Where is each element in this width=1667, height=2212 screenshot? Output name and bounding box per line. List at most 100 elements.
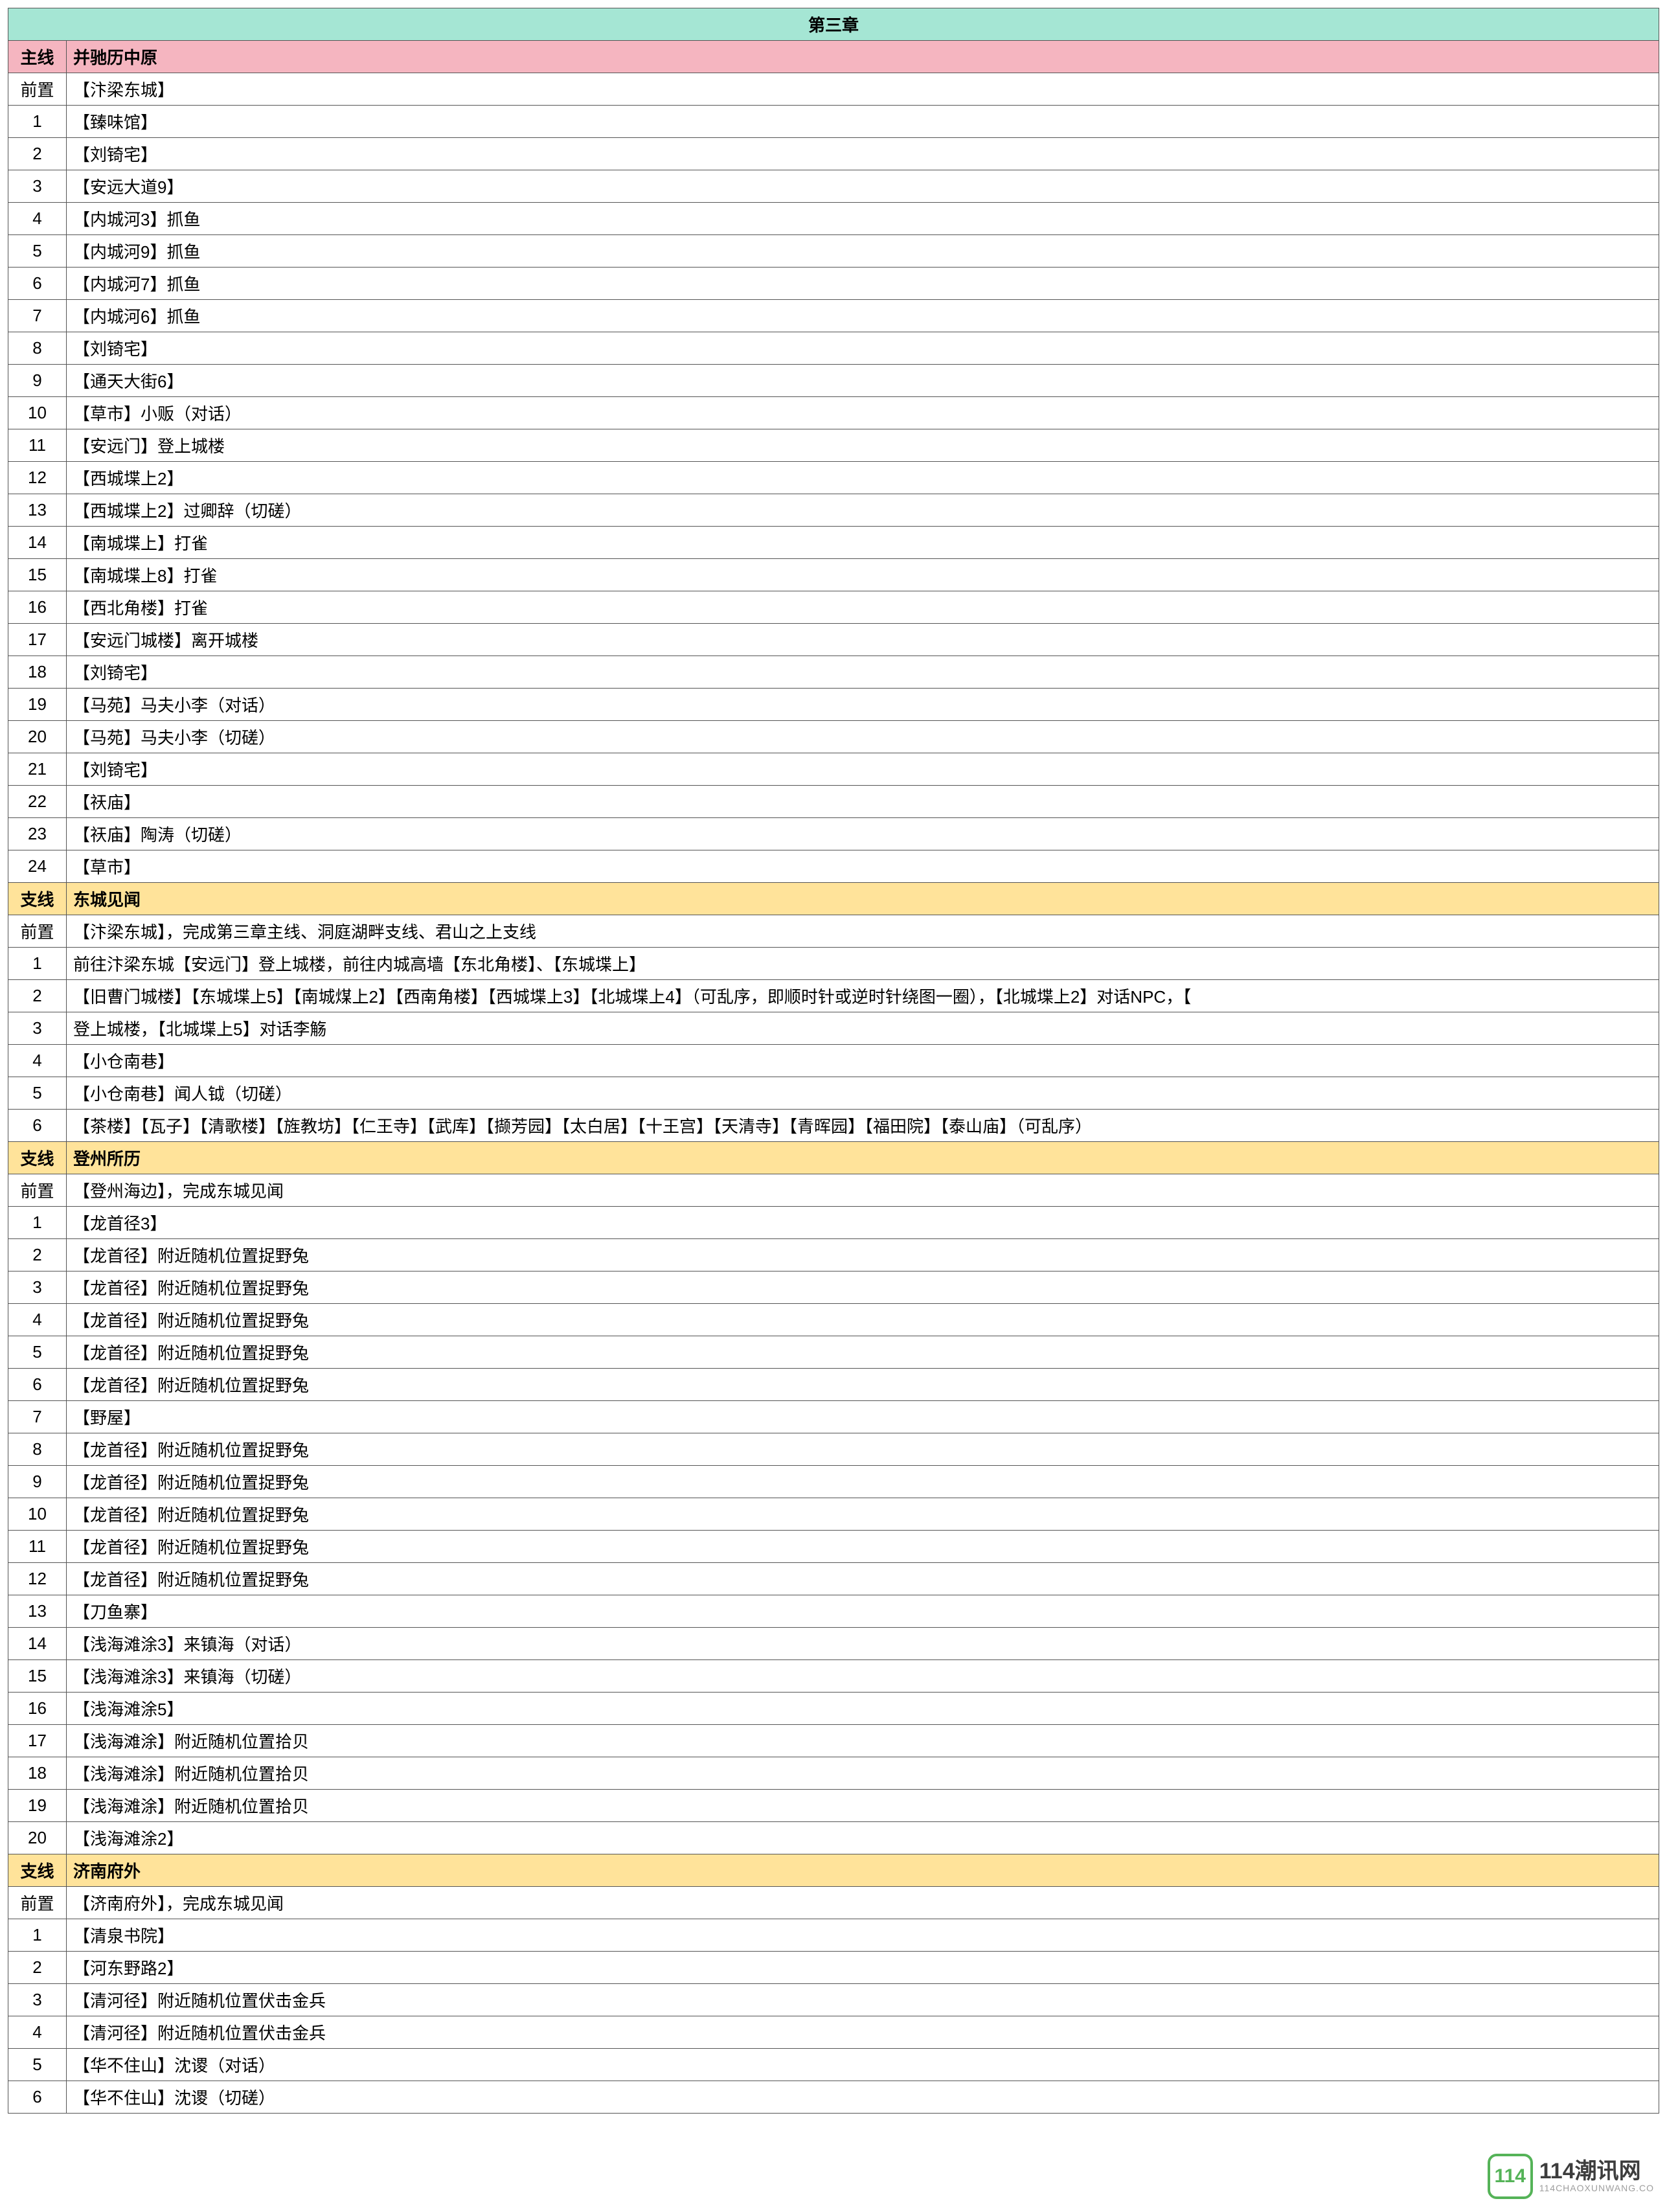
step-content: 【刘锜宅】 — [67, 332, 1659, 365]
step-index: 6 — [8, 1369, 67, 1401]
step-index: 4 — [8, 1045, 67, 1077]
watermark-badge: 114 — [1488, 2154, 1533, 2199]
step-content: 【浅海滩涂】附近随机位置拾贝 — [67, 1757, 1659, 1790]
step-content: 【龙首径】附近随机位置捉野兔 — [67, 1304, 1659, 1336]
section-title: 登州所历 — [67, 1142, 1659, 1174]
step-content: 【龙首径3】 — [67, 1207, 1659, 1239]
pre-content: 【登州海边】，完成东城见闻 — [67, 1174, 1659, 1207]
step-content: 【龙首径】附近随机位置捉野兔 — [67, 1336, 1659, 1369]
step-index: 1 — [8, 106, 67, 138]
step-content: 【浅海滩涂2】 — [67, 1822, 1659, 1854]
step-content: 【刀鱼寨】 — [67, 1595, 1659, 1628]
step-index: 16 — [8, 591, 67, 624]
step-content: 前往汴梁东城【安远门】登上城楼，前往内城高墙【东北角楼】、【东城堞上】 — [67, 948, 1659, 980]
step-index: 17 — [8, 1725, 67, 1757]
step-content: 【清河径】附近随机位置伏击金兵 — [67, 1984, 1659, 2016]
step-content: 登上城楼，【北城堞上5】对话李觞 — [67, 1012, 1659, 1045]
step-index: 2 — [8, 980, 67, 1012]
section-type-label: 支线 — [8, 1142, 67, 1174]
step-content: 【内城河3】抓鱼 — [67, 203, 1659, 235]
step-index: 12 — [8, 1563, 67, 1595]
step-index: 15 — [8, 1660, 67, 1693]
step-content: 【清泉书院】 — [67, 1919, 1659, 1952]
step-index: 1 — [8, 948, 67, 980]
step-content: 【河东野路2】 — [67, 1952, 1659, 1984]
step-index: 6 — [8, 2081, 67, 2114]
step-index: 20 — [8, 1822, 67, 1854]
step-index: 5 — [8, 1077, 67, 1110]
section-type-label: 支线 — [8, 883, 67, 915]
step-content: 【龙首径】附近随机位置捉野兔 — [67, 1433, 1659, 1466]
step-index: 11 — [8, 429, 67, 462]
section-title: 并驰历中原 — [67, 41, 1659, 73]
step-content: 【南城堞上8】打雀 — [67, 559, 1659, 591]
step-content: 【内城河7】抓鱼 — [67, 268, 1659, 300]
step-index: 2 — [8, 138, 67, 170]
pre-content: 【汴梁东城】，完成第三章主线、洞庭湖畔支线、君山之上支线 — [67, 915, 1659, 948]
step-index: 7 — [8, 300, 67, 332]
step-content: 【浅海滩涂3】来镇海（对话） — [67, 1628, 1659, 1660]
step-content: 【龙首径】附近随机位置捉野兔 — [67, 1271, 1659, 1304]
section-type-label: 支线 — [8, 1854, 67, 1887]
step-index: 6 — [8, 268, 67, 300]
step-index: 3 — [8, 1271, 67, 1304]
step-content: 【马苑】马夫小李（切磋） — [67, 721, 1659, 753]
step-index: 21 — [8, 753, 67, 786]
step-index: 19 — [8, 689, 67, 721]
section-title: 东城见闻 — [67, 883, 1659, 915]
step-index: 9 — [8, 1466, 67, 1498]
step-index: 18 — [8, 656, 67, 689]
step-index: 5 — [8, 235, 67, 268]
step-index: 18 — [8, 1757, 67, 1790]
step-content: 【龙首径】附近随机位置捉野兔 — [67, 1563, 1659, 1595]
step-content: 【祆庙】陶涛（切磋） — [67, 818, 1659, 850]
step-content: 【安远大道9】 — [67, 170, 1659, 203]
step-index: 4 — [8, 2016, 67, 2049]
pre-content: 【济南府外】，完成东城见闻 — [67, 1887, 1659, 1919]
step-index: 16 — [8, 1693, 67, 1725]
step-content: 【内城河6】抓鱼 — [67, 300, 1659, 332]
step-index: 14 — [8, 1628, 67, 1660]
step-index: 20 — [8, 721, 67, 753]
step-content: 【马苑】马夫小李（对话） — [67, 689, 1659, 721]
section-title: 济南府外 — [67, 1854, 1659, 1887]
pre-label: 前置 — [8, 1887, 67, 1919]
step-index: 2 — [8, 1239, 67, 1271]
step-content: 【茶楼】【瓦子】【清歌楼】【旌教坊】【仁王寺】【武库】【撷芳园】【太白居】【十王… — [67, 1110, 1659, 1142]
watermark: 114 114潮讯网 114CHAOXUNWANG.CO — [1488, 2154, 1654, 2199]
step-content: 【野屋】 — [67, 1401, 1659, 1433]
step-content: 【安远门城楼】离开城楼 — [67, 624, 1659, 656]
pre-content: 【汴梁东城】 — [67, 73, 1659, 106]
pre-label: 前置 — [8, 73, 67, 106]
watermark-site-name: 114潮讯网 — [1539, 2160, 1654, 2183]
step-index: 23 — [8, 818, 67, 850]
step-content: 【龙首径】附近随机位置捉野兔 — [67, 1466, 1659, 1498]
step-index: 19 — [8, 1790, 67, 1822]
step-index: 24 — [8, 850, 67, 883]
step-index: 10 — [8, 397, 67, 429]
step-content: 【刘锜宅】 — [67, 656, 1659, 689]
step-index: 9 — [8, 365, 67, 397]
step-content: 【南城堞上】打雀 — [67, 527, 1659, 559]
step-index: 4 — [8, 203, 67, 235]
step-content: 【西北角楼】打雀 — [67, 591, 1659, 624]
step-index: 11 — [8, 1531, 67, 1563]
step-content: 【龙首径】附近随机位置捉野兔 — [67, 1531, 1659, 1563]
step-index: 10 — [8, 1498, 67, 1531]
step-content: 【华不住山】沈谡（对话） — [67, 2049, 1659, 2081]
step-content: 【小仓南巷】 — [67, 1045, 1659, 1077]
step-index: 15 — [8, 559, 67, 591]
step-index: 22 — [8, 786, 67, 818]
step-content: 【小仓南巷】闻人钺（切磋） — [67, 1077, 1659, 1110]
step-index: 13 — [8, 494, 67, 527]
step-content: 【浅海滩涂】附近随机位置拾贝 — [67, 1790, 1659, 1822]
step-index: 17 — [8, 624, 67, 656]
step-index: 14 — [8, 527, 67, 559]
step-content: 【龙首径】附近随机位置捉野兔 — [67, 1239, 1659, 1271]
step-index: 6 — [8, 1110, 67, 1142]
step-index: 8 — [8, 332, 67, 365]
step-index: 2 — [8, 1952, 67, 1984]
step-index: 8 — [8, 1433, 67, 1466]
chapter-title: 第三章 — [8, 8, 1659, 41]
walkthrough-table: 第三章主线并驰历中原前置【汴梁东城】1【臻味馆】2【刘锜宅】3【安远大道9】4【… — [8, 8, 1659, 2114]
